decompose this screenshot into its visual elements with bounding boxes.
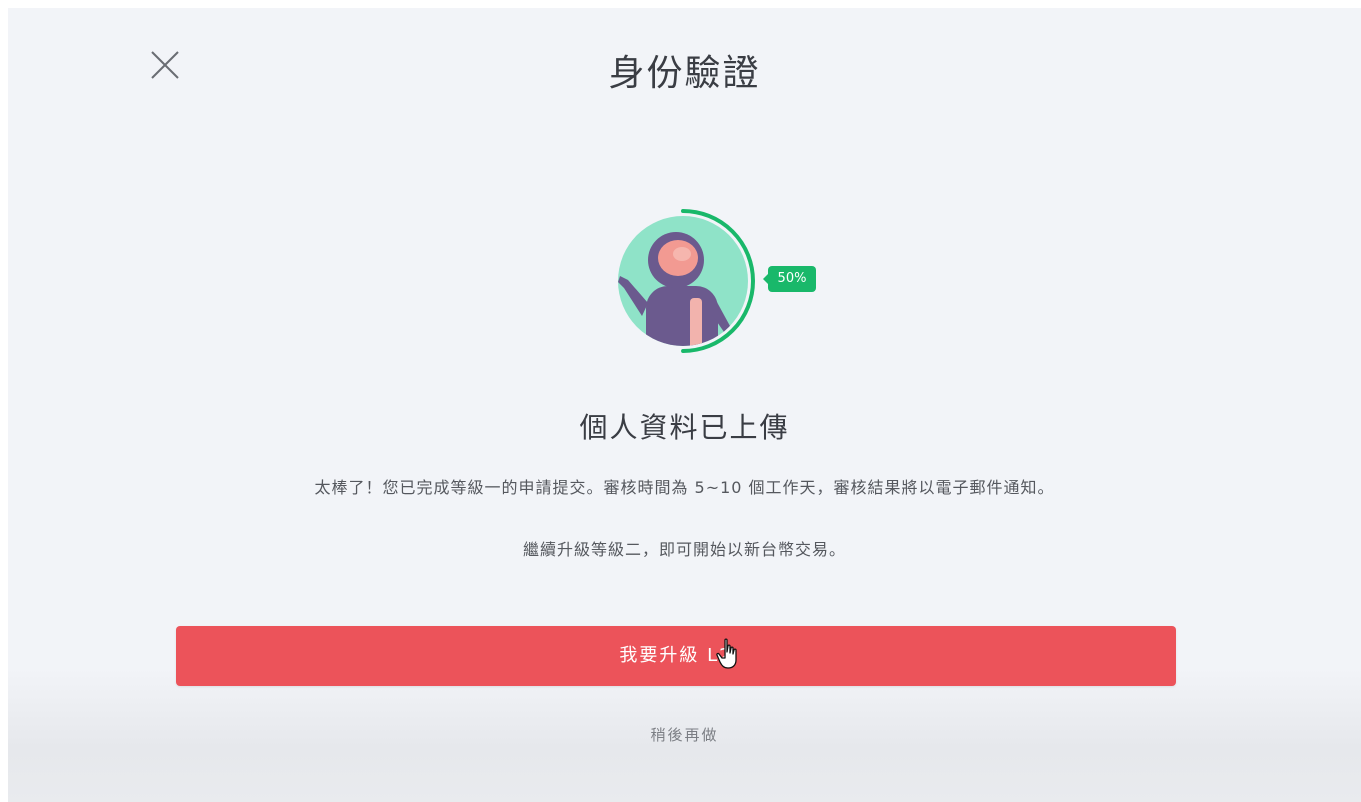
status-description: 太棒了！您已完成等級一的申請提交。審核時間為 5~10 個工作天，審核結果將以電… [314,478,1055,497]
upgrade-hint: 繼續升級等級二，即可開始以新台幣交易。 [522,540,846,559]
verification-page: 身份驗證 50% 個人資料已上傳 太棒了！您已完成等級一的申請提交。審核時間為 … [8,8,1361,802]
status-heading: 個人資料已上傳 [579,411,790,444]
later-link-row: 稍後再做 [8,724,1361,745]
page-title: 身份驗證 [608,53,761,94]
upgrade-l2-button[interactable]: 我要升級 L2 [176,626,1176,686]
do-later-link[interactable]: 稍後再做 [650,726,718,744]
progress-badge: 50% [763,266,816,292]
astronaut-illustration: 50% [608,198,828,368]
